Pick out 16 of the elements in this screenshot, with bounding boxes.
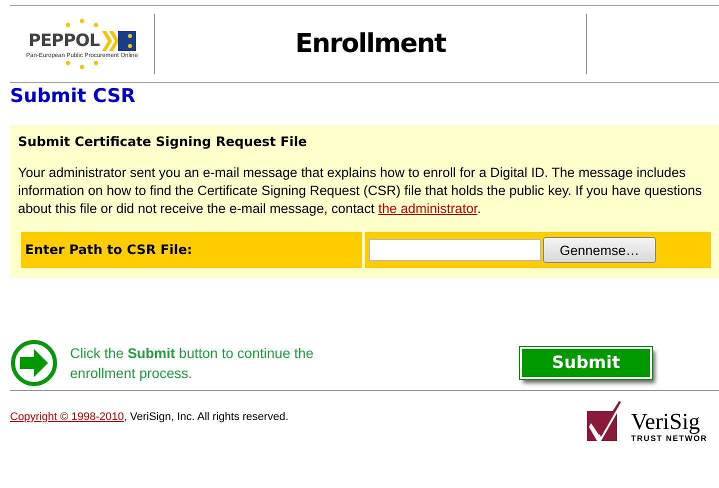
- flag-icon: [102, 29, 136, 53]
- copyright-text: Copyright © 1998-2010, VeriSign, Inc. All rights reserved.: [10, 411, 288, 423]
- submit-button[interactable]: Submit: [520, 347, 652, 379]
- administrator-link[interactable]: the administrator: [378, 201, 478, 216]
- instruction-text: Click the Submit button to continue the enrollment process.: [70, 344, 315, 383]
- panel-heading: Submit Certificate Signing Request File: [18, 135, 308, 150]
- verisign-tagline: TRUST NETWOR: [631, 434, 708, 443]
- header-title: Enrollment: [295, 29, 446, 59]
- verisign-logo-text: VeriSig: [631, 410, 701, 434]
- copyright-link[interactable]: Copyright © 1998-2010: [10, 411, 124, 423]
- browse-button[interactable]: Gennemse…: [543, 237, 656, 263]
- form-label: Enter Path to CSR File:: [21, 232, 362, 268]
- logo-name: PEPPOL: [28, 31, 100, 51]
- file-path-field[interactable]: [369, 239, 541, 261]
- description-text: Your administrator sent you an e-mail message that explains how to enroll for a Digital ID. The message includes information on how to find the Certificate Signing Request (CSR) file that holds the public key. If you have questions about this file or did not receive the e-mail message, contact the administrator.: [18, 164, 703, 218]
- page-title: Submit CSR: [10, 85, 136, 107]
